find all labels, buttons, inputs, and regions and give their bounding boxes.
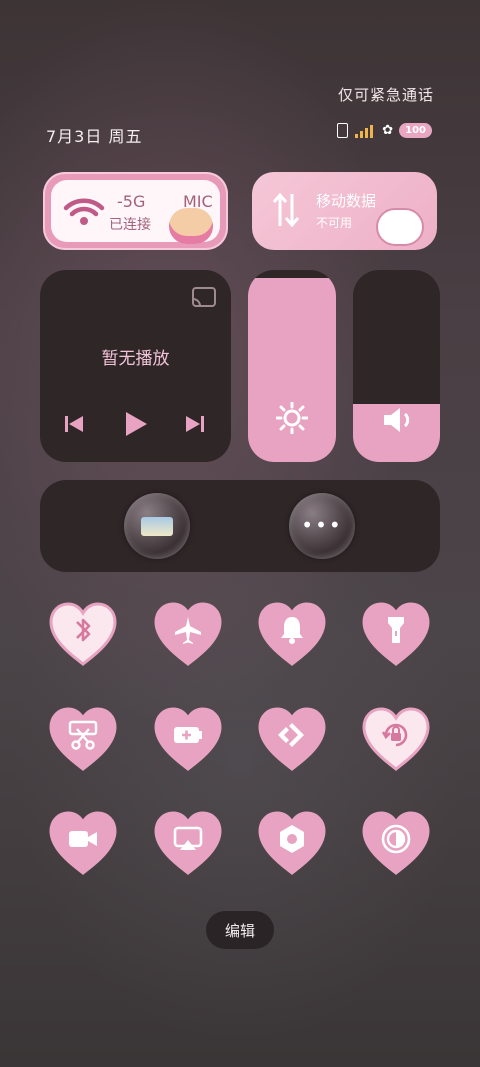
wifi-tile[interactable]: -5G MIC 已连接	[43, 172, 228, 250]
airplane-toggle[interactable]	[152, 598, 224, 670]
status-icons: ✿ 100	[337, 123, 432, 138]
screenshot-toggle[interactable]	[47, 703, 119, 775]
battery-plus-icon	[174, 727, 202, 743]
brightness-fill	[248, 277, 336, 462]
brightness-slider[interactable]	[248, 270, 336, 462]
mobile-data-title: 移动数据	[316, 192, 377, 210]
screen-record-toggle[interactable]	[47, 807, 119, 879]
battery-indicator: 100	[399, 123, 432, 138]
play-icon[interactable]	[123, 410, 149, 438]
previous-track-icon[interactable]	[64, 414, 84, 434]
more-orb-button[interactable]: •••	[289, 493, 355, 559]
wifi-ssid: -5G	[117, 192, 146, 211]
cast-screen-icon	[173, 826, 203, 850]
emergency-calls-only-text: 仅可紧急通话	[337, 86, 434, 104]
flashlight-toggle[interactable]	[360, 598, 432, 670]
media-player-tile[interactable]: 暂无播放	[40, 270, 231, 462]
shortcut-bar: •••	[40, 480, 440, 572]
hex-nut-icon	[280, 825, 304, 853]
cast-icon[interactable]	[191, 286, 217, 308]
wallet-orb-button[interactable]	[124, 493, 190, 559]
puppy-sticker	[376, 208, 424, 246]
mobile-data-status: 不可用	[316, 216, 353, 230]
next-track-icon[interactable]	[185, 414, 205, 434]
data-arrows-icon	[272, 192, 300, 228]
wifi-status: 已连接	[109, 217, 151, 233]
airplane-icon	[175, 617, 201, 644]
card-icon	[141, 517, 173, 536]
nearby-share-toggle[interactable]	[256, 703, 328, 775]
dark-mode-toggle[interactable]	[360, 807, 432, 879]
now-playing-text: 暂无播放	[101, 349, 170, 369]
speaker-icon	[384, 408, 410, 432]
contrast-icon	[381, 824, 411, 854]
date-text: 7月3日 周五	[46, 127, 143, 146]
battery-saver-toggle[interactable]	[152, 703, 224, 775]
sim-icon	[337, 123, 349, 138]
bluetooth-icon	[76, 618, 91, 642]
cast-toggle[interactable]	[152, 807, 224, 879]
flower-icon: ✿	[382, 123, 394, 138]
mobile-data-tile[interactable]: 移动数据 不可用	[252, 172, 437, 250]
volume-slider[interactable]	[353, 270, 440, 462]
scissors-icon	[68, 720, 98, 750]
bell-icon	[281, 617, 303, 644]
rotation-lock-icon	[381, 723, 408, 747]
flashlight-icon	[388, 617, 404, 643]
cartoon-sticker	[169, 208, 213, 244]
bell-toggle[interactable]	[256, 598, 328, 670]
settings-toggle[interactable]	[256, 807, 328, 879]
rotation-lock-toggle[interactable]	[360, 703, 432, 775]
edit-button[interactable]: 编辑	[206, 911, 274, 949]
signal-icon	[355, 124, 374, 138]
video-icon	[69, 831, 97, 847]
bluetooth-toggle[interactable]	[47, 598, 119, 670]
wifi-icon	[63, 198, 105, 225]
share-arrows-icon	[278, 723, 304, 747]
more-dots-icon: •••	[301, 513, 343, 537]
brightness-icon	[276, 402, 308, 434]
